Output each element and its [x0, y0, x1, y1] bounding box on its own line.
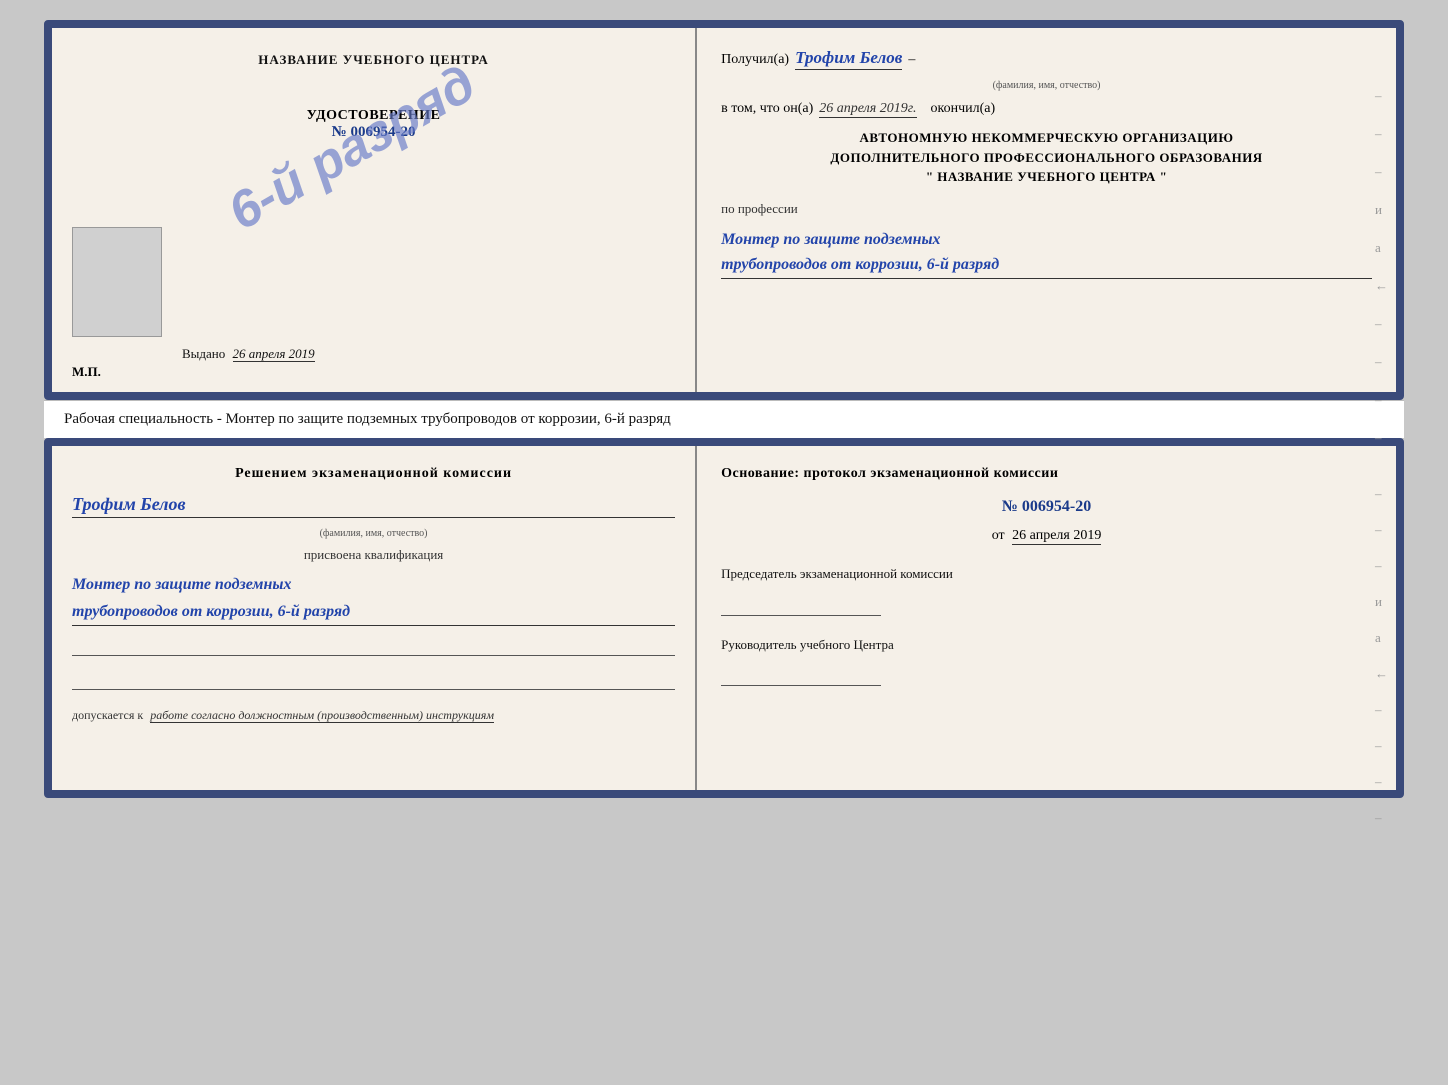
- fio-hint-top: (фамилия, имя, отчество): [721, 80, 1372, 91]
- rukovoditel-block: Руководитель учебного Центра: [721, 636, 1372, 686]
- blank-line-2: [72, 672, 675, 690]
- ot-date-value: 26 апреля 2019: [1012, 528, 1101, 545]
- vydano-date: 26 апреля 2019: [233, 346, 315, 362]
- udostoverenie-block: УДОСТОВЕРЕНИЕ № 006954-20: [307, 108, 441, 141]
- top-certificate-book: НАЗВАНИЕ УЧЕБНОГО ЦЕНТРА 6-й разряд УДОС…: [44, 20, 1404, 400]
- poluchil-row: Получил(а) Трофим Белов –: [721, 48, 1372, 70]
- org-line3: " НАЗВАНИЕ УЧЕБНОГО ЦЕНТРА ": [721, 167, 1372, 187]
- kvali-line1: Монтер по защите подземных: [72, 576, 291, 593]
- vtom-date: 26 апреля 2019г.: [819, 101, 916, 118]
- blank-line-1: [72, 638, 675, 656]
- bottom-right-panel: Основание: протокол экзаменационной коми…: [697, 446, 1396, 790]
- cert-right-panel: Получил(а) Трофим Белов – (фамилия, имя,…: [697, 28, 1396, 392]
- org-line2: ДОПОЛНИТЕЛЬНОГО ПРОФЕССИОНАЛЬНОГО ОБРАЗО…: [721, 148, 1372, 168]
- prisvoyena-label: присвоена квалификация: [72, 547, 675, 563]
- blank-lines: [72, 638, 675, 690]
- vydano-prefix: Выдано: [182, 346, 225, 361]
- photo-placeholder: [72, 227, 162, 337]
- predsedatel-label: Председатель экзаменационной комиссии: [721, 564, 1372, 584]
- right-dashes-bottom: – – – и а ← – – – –: [1375, 486, 1388, 826]
- rukovoditel-signature-line: [721, 662, 881, 686]
- po-professii-label: по профессии: [721, 201, 1372, 217]
- specialty-line: Рабочая специальность - Монтер по защите…: [44, 400, 1404, 438]
- predsedatel-block: Председатель экзаменационной комиссии: [721, 564, 1372, 616]
- dopuskaetsya-value: работе согласно должностным (производств…: [150, 708, 494, 723]
- kvali-value: Монтер по защите подземных трубопроводов…: [72, 571, 675, 626]
- bottom-name: Трофим Белов: [72, 494, 675, 518]
- osnovanie-title: Основание: протокол экзаменационной коми…: [721, 466, 1372, 482]
- predsedatel-signature-line: [721, 592, 881, 616]
- stamp-text: 6-й разряд: [218, 53, 485, 242]
- protocol-number: № 006954-20: [721, 498, 1372, 516]
- mp-label: М.П.: [72, 364, 101, 380]
- udostoverenie-label: УДОСТОВЕРЕНИЕ: [307, 108, 441, 124]
- dopuskaetsya-block: допускается к работе согласно должностны…: [72, 706, 675, 724]
- ot-prefix: от: [992, 528, 1005, 543]
- prof-line2: трубопроводов от коррозии, 6-й разряд: [721, 256, 999, 273]
- ot-date: от 26 апреля 2019: [721, 528, 1372, 544]
- cert-left-panel: НАЗВАНИЕ УЧЕБНОГО ЦЕНТРА 6-й разряд УДОС…: [52, 28, 697, 392]
- bottom-certificate-book: Решением экзаменационной комиссии Трофим…: [44, 438, 1404, 798]
- org-block: АВТОНОМНУЮ НЕКОММЕРЧЕСКУЮ ОРГАНИЗАЦИЮ ДО…: [721, 128, 1372, 187]
- org-line1: АВТОНОМНУЮ НЕКОММЕРЧЕСКУЮ ОРГАНИЗАЦИЮ: [721, 128, 1372, 148]
- vtom-prefix: в том, что он(а): [721, 101, 813, 117]
- prof-value: Монтер по защите подземных трубопроводов…: [721, 227, 1372, 279]
- okonchil-label: окончил(а): [931, 101, 996, 117]
- dopuskaetsya-prefix: допускается к: [72, 708, 143, 722]
- document-wrapper: НАЗВАНИЕ УЧЕБНОГО ЦЕНТРА 6-й разряд УДОС…: [44, 20, 1404, 798]
- poluchil-prefix: Получил(а): [721, 52, 789, 68]
- bottom-left-panel: Решением экзаменационной комиссии Трофим…: [52, 446, 697, 790]
- prof-line1: Монтер по защите подземных: [721, 231, 940, 248]
- bottom-fio-hint: (фамилия, имя, отчество): [72, 528, 675, 539]
- rukovoditel-label: Руководитель учебного Центра: [721, 636, 1372, 654]
- right-dashes-top: – – – и а ← – – – –: [1375, 88, 1388, 446]
- poluchil-name: Трофим Белов: [795, 48, 902, 70]
- vydano-line: Выдано 26 апреля 2019: [182, 346, 315, 362]
- poluchil-dash: –: [908, 52, 915, 68]
- center-title-top: НАЗВАНИЕ УЧЕБНОГО ЦЕНТРА: [258, 52, 489, 68]
- vtom-row: в том, что он(а) 26 апреля 2019г. окончи…: [721, 101, 1372, 118]
- reshenie-title: Решением экзаменационной комиссии: [72, 466, 675, 482]
- udostoverenie-number: № 006954-20: [307, 124, 441, 141]
- stamp-overlay: 6-й разряд: [226, 41, 477, 255]
- kvali-line2: трубопроводов от коррозии, 6-й разряд: [72, 603, 350, 620]
